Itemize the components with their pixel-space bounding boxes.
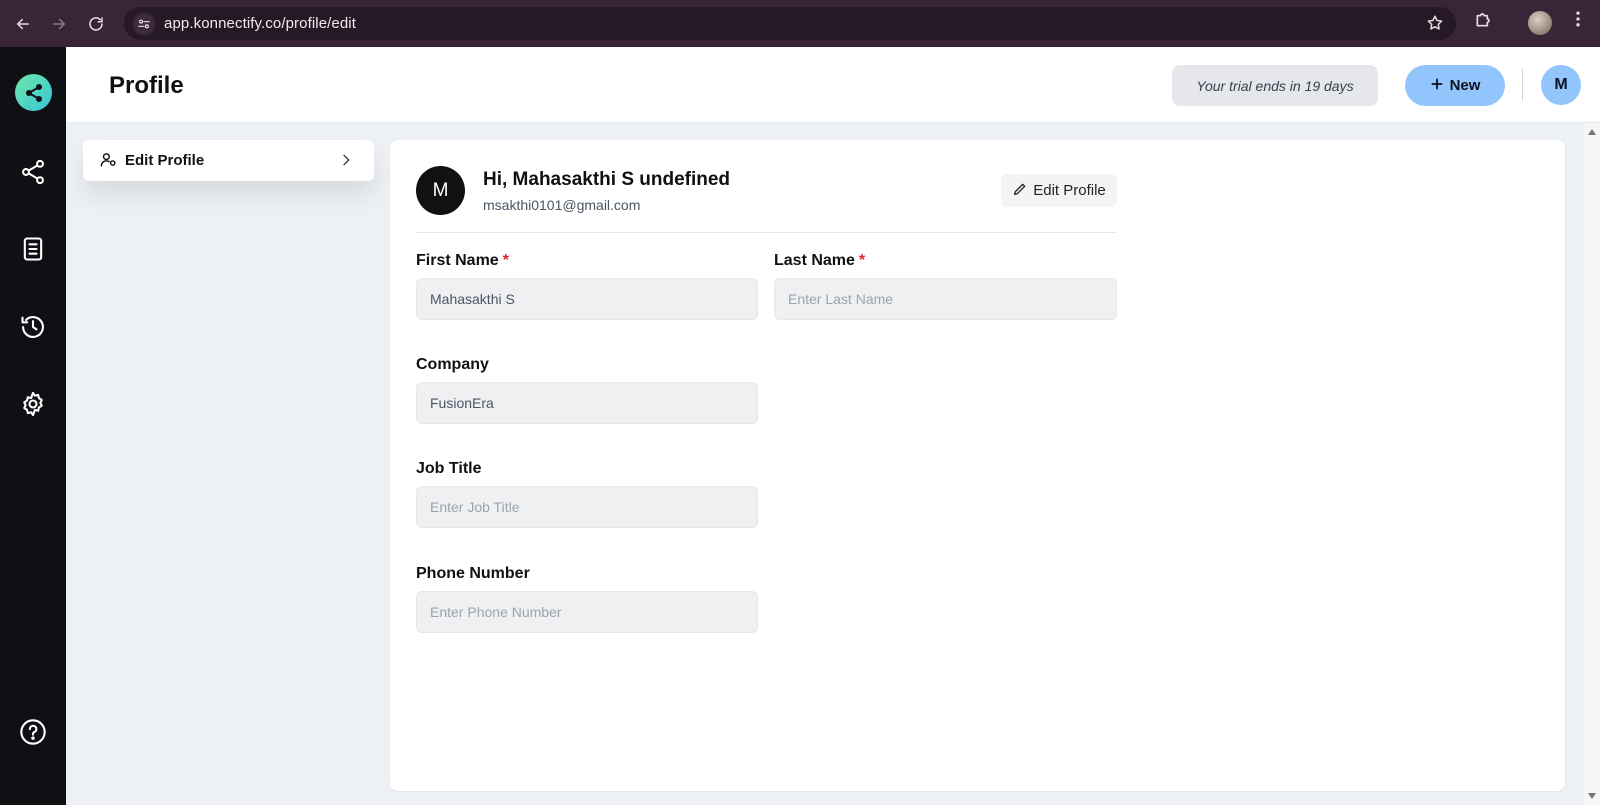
templates-icon[interactable]: [19, 235, 47, 263]
new-button-label: New: [1449, 77, 1481, 94]
profile-avatar: M: [416, 166, 465, 215]
job-title-label: Job Title: [416, 460, 482, 477]
workflows-icon[interactable]: [19, 158, 47, 186]
first-name-label-text: First Name: [416, 252, 499, 269]
browser-profile-avatar[interactable]: [1528, 11, 1552, 35]
page-title: Profile: [109, 72, 184, 99]
profile-card: M Hi, Mahasakthi S undefined msakthi0101…: [390, 140, 1565, 791]
edit-profile-button[interactable]: Edit Profile: [1001, 174, 1117, 207]
first-name-label: First Name *: [416, 252, 509, 270]
app-sidebar: [0, 47, 66, 805]
scroll-up-arrow-icon[interactable]: [1588, 129, 1596, 135]
trial-badge: Your trial ends in 19 days: [1172, 65, 1378, 106]
company-label: Company: [416, 356, 489, 373]
first-name-input[interactable]: [416, 278, 758, 320]
last-name-input[interactable]: [774, 278, 1117, 320]
user-settings-icon: [100, 151, 117, 173]
browser-toolbar: app.konnectify.co/profile/edit: [0, 0, 1600, 47]
settings-icon[interactable]: [19, 390, 47, 418]
company-input[interactable]: [416, 382, 758, 424]
url-text[interactable]: app.konnectify.co/profile/edit: [164, 15, 356, 32]
page-header: Profile Your trial ends in 19 days New M: [66, 47, 1600, 123]
chevron-right-icon: [338, 152, 354, 173]
back-arrow-icon[interactable]: [8, 9, 38, 39]
user-avatar[interactable]: M: [1541, 65, 1581, 105]
extensions-icon[interactable]: [1474, 9, 1494, 34]
last-name-label-text: Last Name: [774, 252, 855, 269]
header-divider: [1522, 69, 1523, 101]
scroll-down-arrow-icon[interactable]: [1588, 793, 1596, 799]
job-title-input[interactable]: [416, 486, 758, 528]
sidebar-item-edit-profile[interactable]: Edit Profile: [83, 140, 374, 181]
pencil-icon: [1012, 181, 1028, 201]
reload-icon[interactable]: [81, 9, 111, 39]
sidebar-item-label: Edit Profile: [125, 152, 205, 169]
kebab-menu-icon[interactable]: [1568, 9, 1588, 34]
edit-profile-label: Edit Profile: [1033, 182, 1106, 199]
page-scrollbar[interactable]: [1584, 123, 1600, 805]
history-icon[interactable]: [19, 313, 47, 341]
site-settings-icon[interactable]: [133, 13, 155, 35]
plus-icon: [1430, 77, 1444, 95]
konnectify-logo[interactable]: [15, 74, 52, 111]
address-bar[interactable]: app.konnectify.co/profile/edit: [124, 7, 1456, 40]
star-icon[interactable]: [1426, 14, 1444, 37]
profile-greeting: Hi, Mahasakthi S undefined: [483, 169, 731, 190]
phone-number-input[interactable]: [416, 591, 758, 633]
required-mark: *: [858, 252, 866, 269]
new-button[interactable]: New: [1405, 65, 1505, 106]
card-divider: [416, 232, 1117, 233]
required-mark: *: [502, 252, 509, 269]
forward-arrow-icon[interactable]: [44, 9, 74, 39]
help-icon[interactable]: [19, 718, 47, 746]
last-name-label: Last Name *: [774, 252, 865, 270]
profile-email: msakthi0101@gmail.com: [483, 197, 641, 213]
phone-number-label: Phone Number: [416, 565, 530, 582]
